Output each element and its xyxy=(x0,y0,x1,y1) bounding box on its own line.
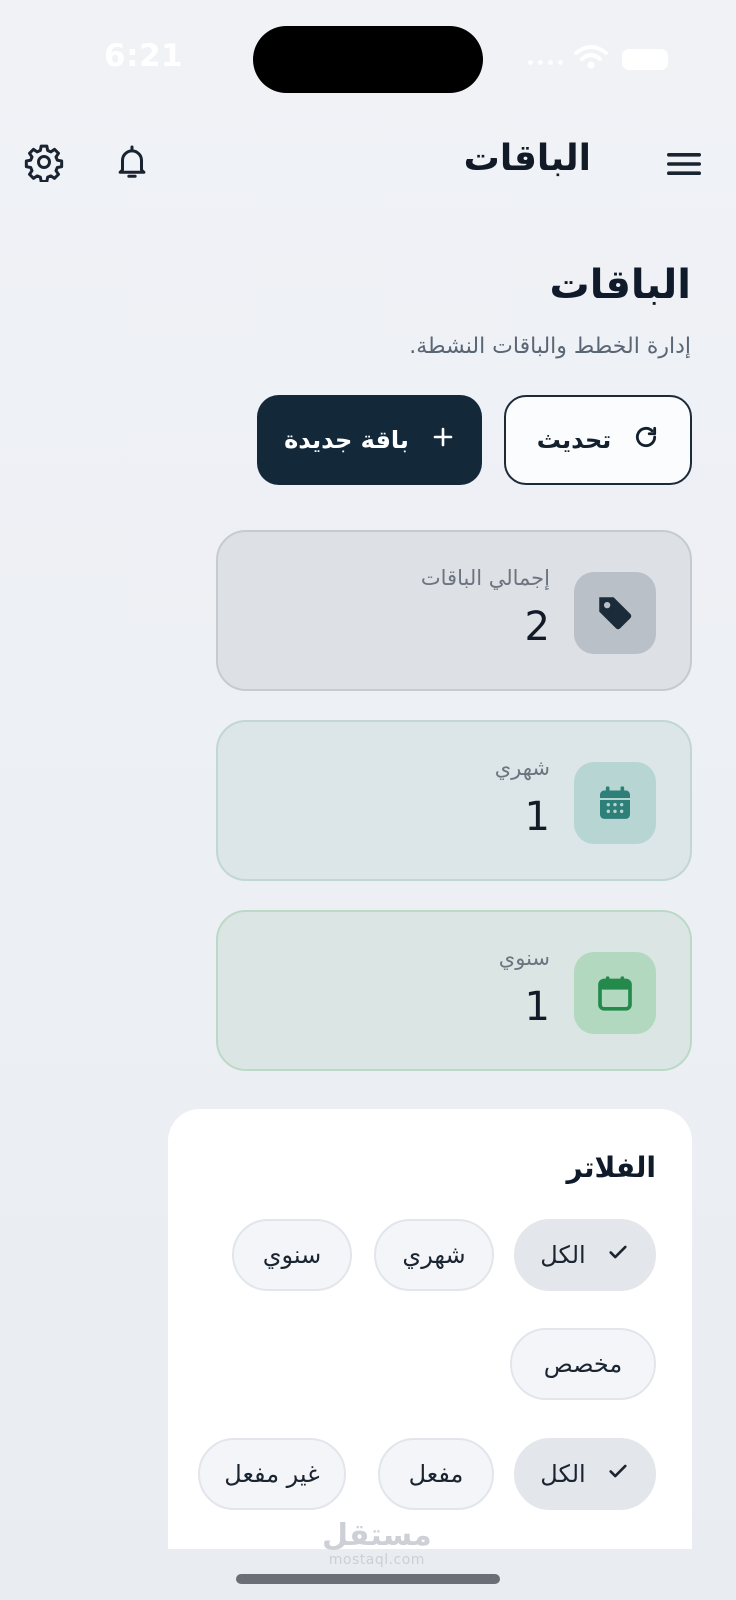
stat-label: إجمالي الباقات xyxy=(420,566,550,590)
filter-chip-status-all[interactable]: الكل xyxy=(514,1438,656,1510)
chip-label: مفعل xyxy=(408,1460,464,1488)
stat-label: شهري xyxy=(494,756,550,780)
calendar-icon xyxy=(574,952,656,1034)
watermark-latin: mostaql.com xyxy=(328,1552,425,1568)
chip-label: غير مفعل xyxy=(224,1460,320,1488)
refresh-icon xyxy=(633,424,659,456)
gear-icon[interactable] xyxy=(22,140,66,184)
battery-icon xyxy=(622,49,668,70)
filter-chip-yearly[interactable]: سنوي xyxy=(232,1219,352,1291)
stat-card-yearly: سنوي 1 xyxy=(216,910,692,1071)
status-time: 6:21 xyxy=(104,38,184,74)
filters-card: الفلاتر الكل شهري سنوي مخصص الكل مفعل غي… xyxy=(168,1109,692,1549)
wifi-icon xyxy=(574,44,608,74)
chip-label: شهري xyxy=(402,1241,466,1269)
new-package-label: باقة جديدة xyxy=(284,426,409,454)
check-icon xyxy=(606,1460,630,1488)
app-bar-title: الباقات xyxy=(463,138,591,179)
page-title: الباقات xyxy=(549,262,691,308)
filter-chip-monthly[interactable]: شهري xyxy=(374,1219,494,1291)
filter-chip-active[interactable]: مفعل xyxy=(378,1438,494,1510)
refresh-label: تحديث xyxy=(536,426,612,454)
stat-label: سنوي xyxy=(498,946,550,970)
tag-icon xyxy=(574,572,656,654)
chip-label: الكل xyxy=(540,1460,586,1488)
stat-value: 2 xyxy=(524,604,550,650)
filters-title: الفلاتر xyxy=(566,1151,656,1184)
calendar-grid-icon xyxy=(574,762,656,844)
home-indicator[interactable] xyxy=(236,1574,500,1584)
page-subtitle: إدارة الخطط والباقات النشطة. xyxy=(409,334,691,359)
bell-icon[interactable] xyxy=(110,140,154,184)
watermark: مستقل mostaql.com xyxy=(322,1518,432,1569)
dynamic-island xyxy=(253,26,483,93)
filter-chip-inactive[interactable]: غير مفعل xyxy=(198,1438,346,1510)
cellular-signal-icon xyxy=(528,60,563,65)
filter-chip-period-all[interactable]: الكل xyxy=(514,1219,656,1291)
stat-value: 1 xyxy=(524,984,550,1030)
menu-icon[interactable] xyxy=(664,146,704,182)
check-icon xyxy=(606,1241,630,1269)
refresh-button[interactable]: تحديث xyxy=(504,395,692,485)
filter-chip-custom[interactable]: مخصص xyxy=(510,1328,656,1400)
new-package-button[interactable]: باقة جديدة xyxy=(257,395,482,485)
app-screen: 6:21 الباقات الباقات إدارة الخطط والباقا… xyxy=(0,0,736,1600)
chip-label: سنوي xyxy=(262,1241,322,1269)
chip-label: مخصص xyxy=(543,1350,623,1378)
watermark-arabic: مستقل xyxy=(322,1518,432,1553)
stat-value: 1 xyxy=(524,794,550,840)
chip-label: الكل xyxy=(540,1241,586,1269)
stat-card-total: إجمالي الباقات 2 xyxy=(216,530,692,691)
plus-icon xyxy=(431,425,455,455)
stat-card-monthly: شهري 1 xyxy=(216,720,692,881)
